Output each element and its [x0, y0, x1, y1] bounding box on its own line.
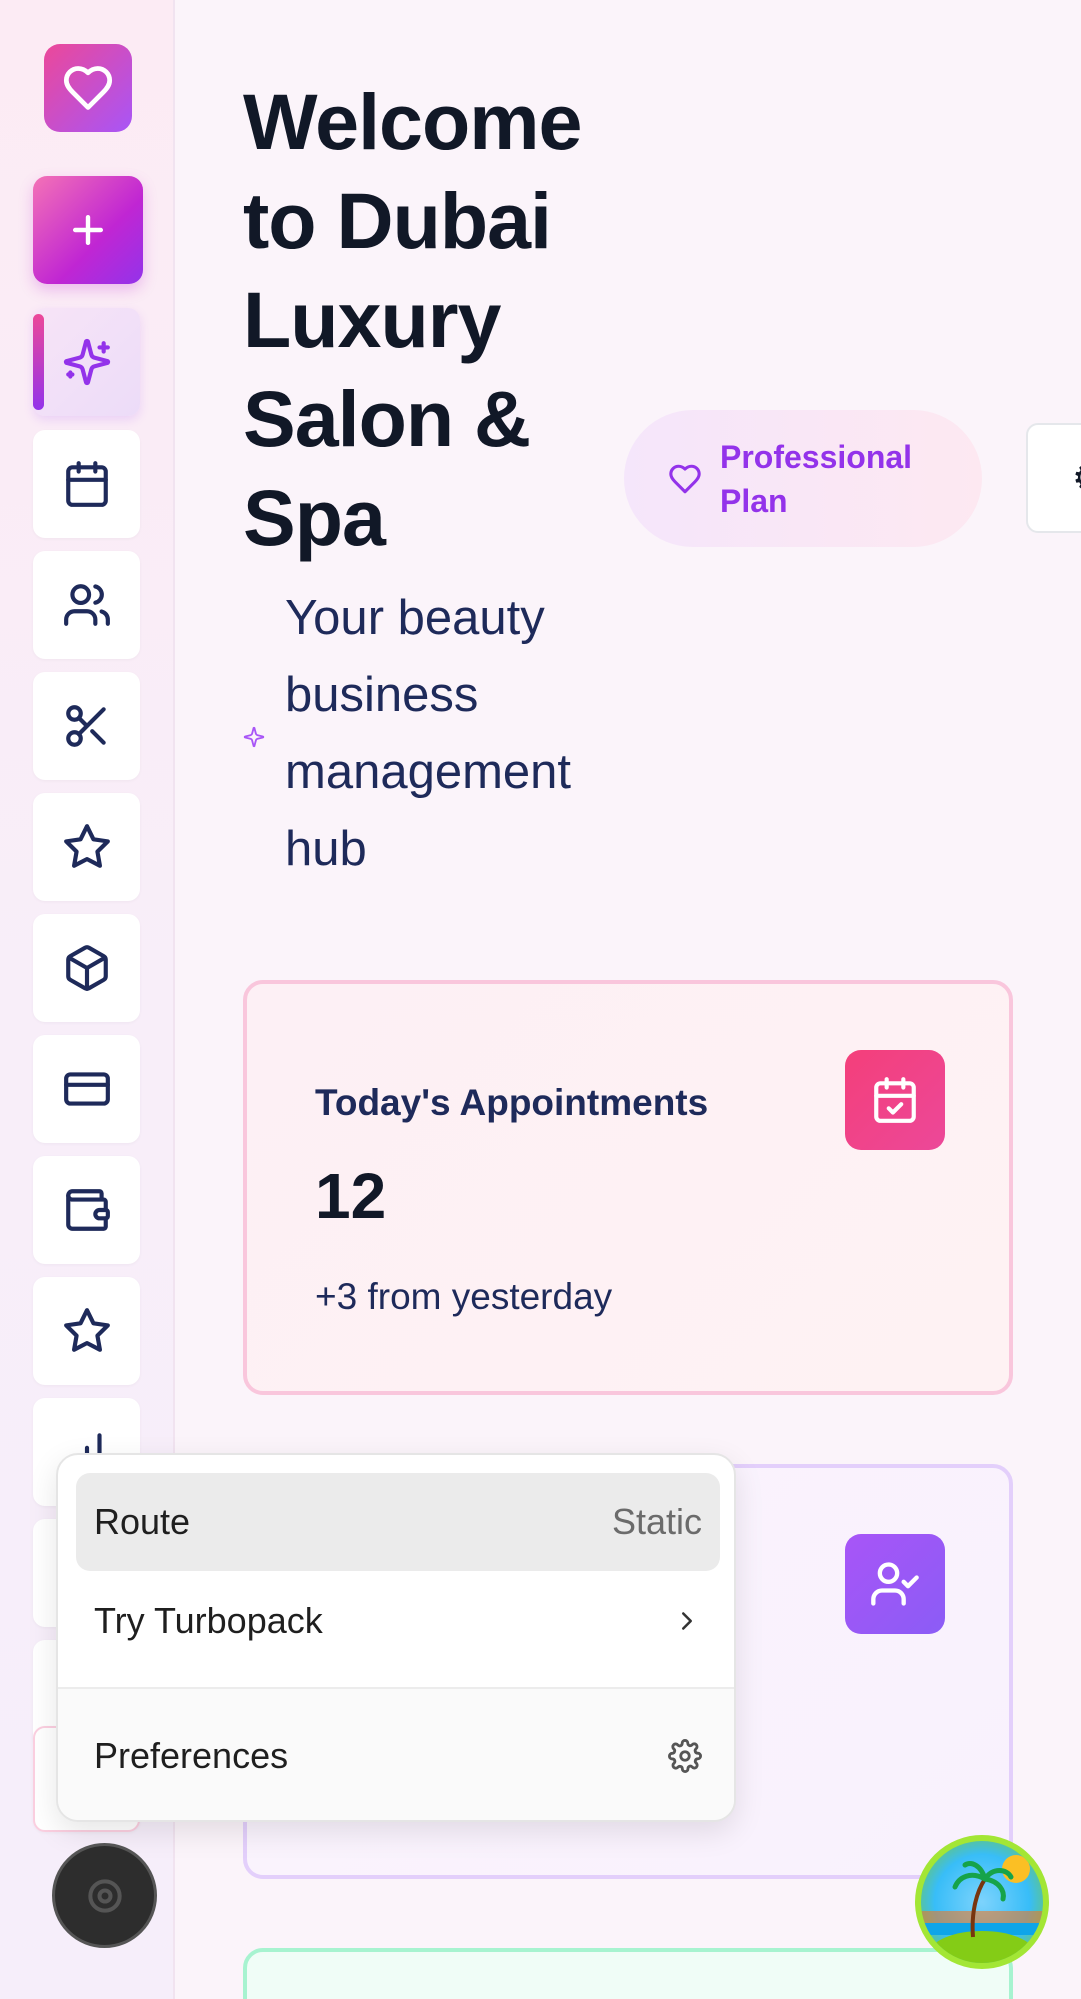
heart-icon — [669, 464, 701, 493]
app-logo[interactable] — [44, 44, 132, 132]
sidebar-item-clients[interactable] — [33, 551, 140, 659]
palm-island-icon — [921, 1855, 1043, 1963]
stat-card-icon-badge — [845, 1534, 945, 1634]
calendar-icon — [65, 461, 108, 507]
island-avatar[interactable] — [915, 1835, 1049, 1969]
plan-badge-label: Professional Plan — [720, 438, 913, 519]
devtools-preferences-row[interactable]: Preferences — [76, 1707, 720, 1805]
stat-card-appointments[interactable]: Today's Appointments 12 +3 from yesterda… — [243, 980, 1013, 1395]
devtools-route-row[interactable]: Route Static — [76, 1473, 720, 1571]
preferences-label: Preferences — [94, 1735, 289, 1776]
users-icon — [63, 584, 110, 626]
header-action-glyph: ⚙ — [1072, 457, 1081, 499]
sidebar-item-favorites[interactable] — [33, 1277, 140, 1385]
sidebar-item-wallet[interactable] — [33, 1156, 140, 1264]
add-new-button[interactable] — [33, 176, 143, 284]
page-title: Welcome to Dubai Luxury Salon & Spa — [243, 77, 582, 562]
stat-card-label: Today's Appointments — [315, 1082, 709, 1123]
wallet-icon — [65, 1189, 110, 1231]
sidebar-item-sparkles[interactable] — [33, 308, 140, 416]
stat-card-icon-badge — [845, 1050, 945, 1150]
sidebar-item-inventory[interactable] — [33, 914, 140, 1022]
route-label: Route — [94, 1501, 191, 1542]
turbopack-label: Try Turbopack — [94, 1600, 323, 1641]
stat-card-third[interactable] — [243, 1948, 1013, 1999]
sparkles-icon — [243, 726, 265, 748]
star-icon — [63, 824, 110, 868]
sidebar-item-reviews[interactable] — [33, 793, 140, 901]
chevron-right-icon — [682, 1612, 692, 1630]
devtools-turbopack-row[interactable]: Try Turbopack — [76, 1572, 720, 1670]
plus-icon — [72, 214, 104, 246]
heart-icon — [63, 66, 113, 110]
devtools-toggle-button[interactable] — [52, 1843, 157, 1948]
scissors-icon — [65, 705, 106, 747]
sidebar-item-payments[interactable] — [33, 1035, 140, 1143]
devtools-divider — [58, 1687, 734, 1689]
page-subtitle: Your beauty business management hub — [285, 591, 572, 876]
gear-icon — [668, 1739, 702, 1773]
user-check-icon — [871, 1562, 919, 1606]
sidebar-item-calendar[interactable] — [33, 430, 140, 538]
plan-badge: Professional Plan — [624, 410, 982, 547]
stat-card-value: 12 — [315, 1160, 387, 1232]
sidebar-item-services[interactable] — [33, 672, 140, 780]
header-action-button[interactable]: ⚙ — [1026, 423, 1081, 533]
route-value: Static — [611, 1501, 702, 1542]
stat-card-subtext: +3 from yesterday — [315, 1276, 613, 1317]
star-icon — [63, 1308, 110, 1352]
calendar-check-icon — [874, 1077, 916, 1123]
box-icon — [65, 945, 108, 991]
devtools-menu: Route Static Try Turbopack Preferences — [56, 1453, 736, 1822]
credit-card-icon — [63, 1072, 110, 1106]
sparkles-icon — [63, 338, 110, 386]
gear-icon — [87, 1878, 122, 1913]
